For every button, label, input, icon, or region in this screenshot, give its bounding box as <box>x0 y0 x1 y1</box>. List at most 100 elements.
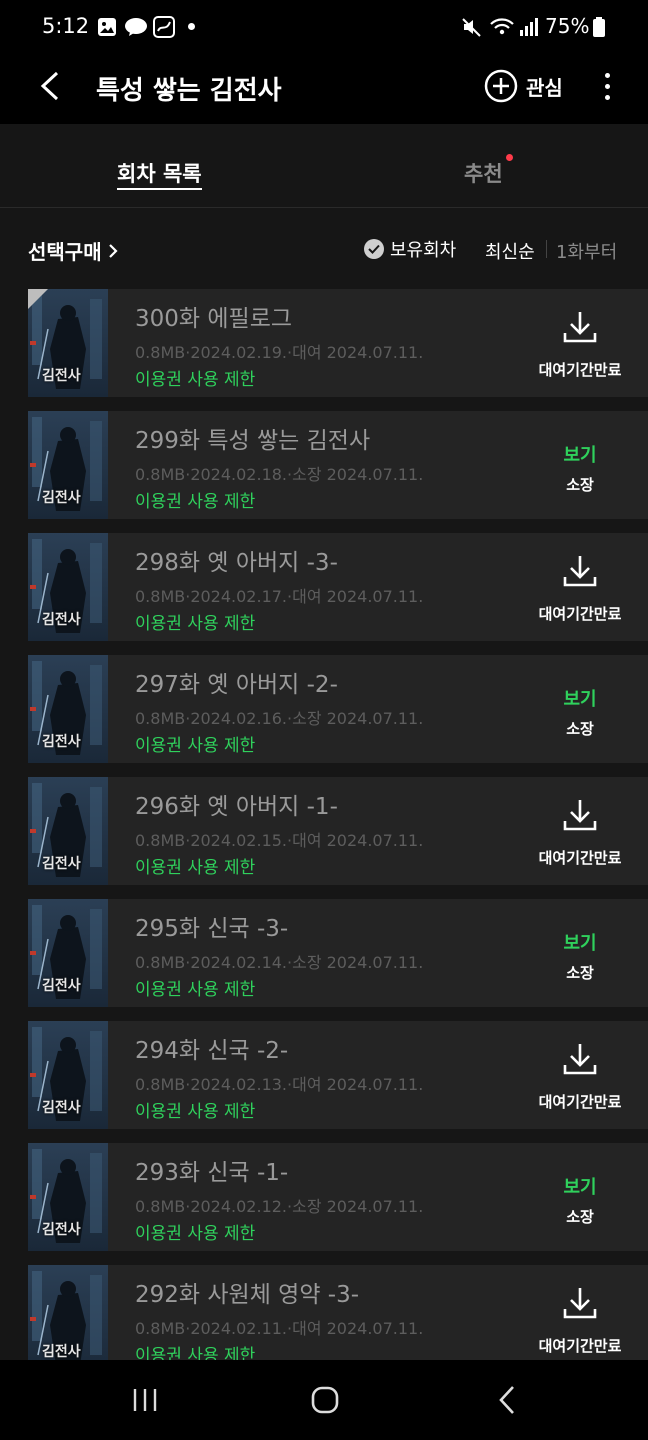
view-button[interactable]: 보기 소장 <box>520 899 640 1007</box>
view-button[interactable]: 보기 소장 <box>520 655 640 763</box>
sort-latest-button[interactable]: 최신순 <box>485 238 535 264</box>
signal-icon <box>518 16 540 38</box>
download-button[interactable]: 대여기간만료 <box>520 1021 640 1129</box>
episode-row[interactable]: 김전사 292화 사원체 영약 -3- 0.8MB·2024.02.11.·대여… <box>28 1265 648 1360</box>
download-button[interactable]: 대여기간만료 <box>520 289 640 397</box>
owned-label: 소장 <box>566 964 594 982</box>
thumbnail-title-text: 김전사 <box>42 856 81 872</box>
ticket-restriction-label: 이용권 사용 제한 <box>135 1102 256 1122</box>
new-badge-dot <box>505 154 513 161</box>
episode-row[interactable]: 김전사 297화 옛 아버지 -2- 0.8MB·2024.02.16.·소장 … <box>28 655 648 763</box>
notification-dot <box>188 23 195 30</box>
ticket-restriction-label: 이용권 사용 제한 <box>135 370 256 390</box>
episode-row[interactable]: 김전사 296화 옛 아버지 -1- 0.8MB·2024.02.15.·대여 … <box>28 777 648 885</box>
thumbnail-title-text: 김전사 <box>42 1100 81 1116</box>
view-label: 보기 <box>563 1177 597 1198</box>
battery-icon <box>592 16 606 38</box>
favorite-button[interactable]: 관심 <box>484 66 563 106</box>
ticket-restriction-label: 이용권 사용 제한 <box>135 1224 256 1244</box>
back-button[interactable] <box>30 66 70 106</box>
owned-episodes-label: 보유회차 <box>390 240 457 261</box>
favorite-label: 관심 <box>526 75 563 100</box>
active-tab-indicator <box>117 188 202 190</box>
episode-meta: 0.8MB·2024.02.16.·소장 2024.07.11. <box>135 709 424 728</box>
tab-episode-list[interactable]: 회차 목록 <box>117 158 202 190</box>
view-label: 보기 <box>563 933 597 954</box>
more-dot <box>604 83 610 89</box>
download-icon <box>563 1044 597 1075</box>
download-button[interactable]: 대여기간만료 <box>520 1265 640 1360</box>
tab-recommend[interactable]: 추천 <box>464 154 513 188</box>
view-label: 보기 <box>563 689 597 710</box>
rental-expired-label: 대여기간만료 <box>538 849 622 867</box>
rental-expired-label: 대여기간만료 <box>538 1337 622 1355</box>
ticket-restriction-label: 이용권 사용 제한 <box>135 736 256 756</box>
tab-label: 추천 <box>464 162 503 186</box>
episode-meta: 0.8MB·2024.02.17.·대여 2024.07.11. <box>135 587 424 606</box>
episode-row[interactable]: 김전사 293화 신국 -1- 0.8MB·2024.02.12.·소장 202… <box>28 1143 648 1251</box>
episode-thumbnail: 김전사 <box>28 655 108 763</box>
episode-row[interactable]: 김전사 295화 신국 -3- 0.8MB·2024.02.14.·소장 202… <box>28 899 648 1007</box>
select-purchase-button[interactable]: 선택구매 <box>28 236 118 265</box>
owned-episodes-toggle[interactable]: 보유회차 <box>364 236 456 262</box>
filter-bar: 선택구매 보유회차 최신순 1화부터 <box>0 208 648 288</box>
status-bar: 5:12 75% <box>0 0 648 56</box>
gallery-icon <box>96 16 118 38</box>
ticket-restriction-label: 이용권 사용 제한 <box>135 492 256 512</box>
owned-label: 소장 <box>566 476 594 494</box>
back-arrow-icon <box>40 71 59 101</box>
episode-row[interactable]: 김전사 298화 옛 아버지 -3- 0.8MB·2024.02.17.·대여 … <box>28 533 648 641</box>
ticket-restriction-label: 이용권 사용 제한 <box>135 1346 256 1360</box>
episode-meta: 0.8MB·2024.02.19.·대여 2024.07.11. <box>135 343 424 362</box>
episode-thumbnail: 김전사 <box>28 289 108 397</box>
episode-meta: 0.8MB·2024.02.12.·소장 2024.07.11. <box>135 1197 424 1216</box>
episode-title: 298화 옛 아버지 -3- <box>135 550 338 576</box>
back-icon <box>499 1386 514 1414</box>
episode-title: 300화 에필로그 <box>135 306 293 332</box>
page-title: 특성 쌓는 김전사 <box>96 76 282 106</box>
episode-meta: 0.8MB·2024.02.15.·대여 2024.07.11. <box>135 831 424 850</box>
episode-row[interactable]: 김전사 294화 신국 -2- 0.8MB·2024.02.13.·대여 202… <box>28 1021 648 1129</box>
episode-thumbnail: 김전사 <box>28 899 108 1007</box>
ticket-restriction-label: 이용권 사용 제한 <box>135 858 256 878</box>
tab-label: 회차 목록 <box>117 162 202 186</box>
recent-apps-button[interactable] <box>120 1380 170 1420</box>
episode-title: 293화 신국 -1- <box>135 1160 289 1186</box>
thumbnail-title-text: 김전사 <box>42 612 81 628</box>
view-label: 보기 <box>563 445 597 466</box>
more-dot <box>604 72 610 78</box>
download-button[interactable]: 대여기간만료 <box>520 533 640 641</box>
rental-expired-label: 대여기간만료 <box>538 361 622 379</box>
more-options-button[interactable] <box>592 66 622 106</box>
episode-thumbnail: 김전사 <box>28 1265 108 1360</box>
download-icon <box>563 312 597 343</box>
nav-back-button[interactable] <box>482 1380 532 1420</box>
episode-thumbnail: 김전사 <box>28 1143 108 1251</box>
owned-label: 소장 <box>566 720 594 738</box>
system-nav-bar <box>0 1360 648 1440</box>
app-header: 특성 쌓는 김전사 관심 <box>0 56 648 124</box>
episode-title: 299화 특성 쌓는 김전사 <box>135 428 371 454</box>
ticket-restriction-label: 이용권 사용 제한 <box>135 614 256 634</box>
add-circle-icon <box>484 69 518 103</box>
check-icon <box>364 239 384 259</box>
thumbnail-title-text: 김전사 <box>42 1222 81 1238</box>
download-icon <box>563 556 597 587</box>
home-button[interactable] <box>300 1380 350 1420</box>
rental-expired-label: 대여기간만료 <box>538 1093 622 1111</box>
wifi-icon <box>488 16 516 38</box>
episode-row[interactable]: 김전사 300화 에필로그 0.8MB·2024.02.19.·대여 2024.… <box>28 289 648 397</box>
episode-row[interactable]: 김전사 299화 특성 쌓는 김전사 0.8MB·2024.02.18.·소장 … <box>28 411 648 519</box>
view-button[interactable]: 보기 소장 <box>520 411 640 519</box>
sort-from-first-button[interactable]: 1화부터 <box>556 238 617 264</box>
view-button[interactable]: 보기 소장 <box>520 1143 640 1251</box>
episode-title: 294화 신국 -2- <box>135 1038 289 1064</box>
battery-percent: 75% <box>545 14 590 38</box>
mute-icon <box>460 16 484 38</box>
ticket-restriction-label: 이용권 사용 제한 <box>135 980 256 1000</box>
download-icon <box>563 800 597 831</box>
thumbnail-title-text: 김전사 <box>42 490 81 506</box>
download-button[interactable]: 대여기간만료 <box>520 777 640 885</box>
episode-meta: 0.8MB·2024.02.18.·소장 2024.07.11. <box>135 465 424 484</box>
episode-title: 297화 옛 아버지 -2- <box>135 672 338 698</box>
